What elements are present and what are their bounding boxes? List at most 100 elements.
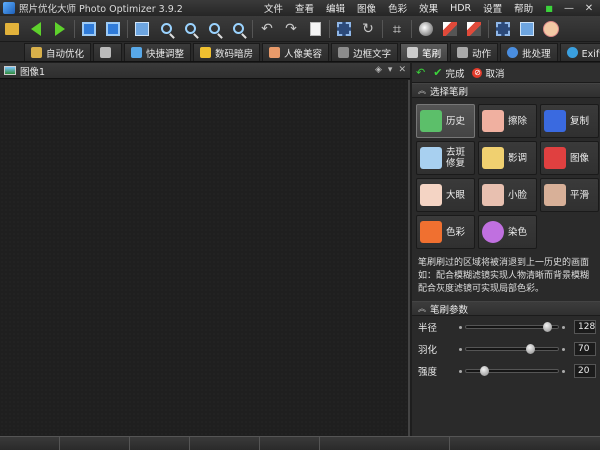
cancel-button[interactable]: ⊘ 取消 [472, 66, 504, 80]
gradient-button[interactable] [464, 19, 484, 39]
save-button[interactable] [79, 19, 99, 39]
portrait-button[interactable] [541, 19, 561, 39]
tab-brush[interactable]: 笔刷 [400, 43, 449, 61]
layout-button[interactable] [517, 19, 537, 39]
brush-spot-heal[interactable]: 去斑 修复 [416, 141, 475, 175]
menu-bar: 文件 查看 编辑 图像 色彩 效果 HDR 设置 帮助 [264, 0, 545, 16]
window-title: 照片优化大师 Photo Optimizer 3.9.2 [19, 4, 183, 15]
toolbar-separator [127, 19, 128, 38]
batch-icon [507, 47, 519, 58]
feather-value[interactable]: 70 [574, 342, 596, 356]
undo-icon: ↶ [261, 20, 273, 37]
tab-portrait-beauty[interactable]: 人像美容 [262, 43, 330, 61]
minimize-button[interactable]: — [562, 2, 576, 14]
save-as-button[interactable] [103, 19, 123, 39]
tab-actions[interactable]: 动作 [450, 43, 499, 61]
close-document-icon[interactable]: ✕ [398, 65, 406, 75]
info-icon [566, 47, 578, 58]
brush-history[interactable]: 历史 [416, 104, 475, 138]
status-segment [260, 437, 320, 450]
close-button[interactable]: ✕ [582, 2, 596, 14]
zoom-out-icon [184, 23, 196, 34]
toolbar-separator [488, 19, 489, 38]
tab-darkroom[interactable]: 数码暗房 [193, 43, 261, 61]
zoom-actual-button[interactable] [228, 19, 248, 39]
history-button[interactable] [305, 19, 325, 39]
vignette-button[interactable] [416, 19, 436, 39]
menu-help[interactable]: 帮助 [514, 1, 533, 15]
brush-section-header[interactable]: ︽ 选择笔刷 [412, 83, 600, 98]
brush-tint[interactable]: 染色 [478, 215, 537, 249]
feather-slider-thumb[interactable] [526, 344, 536, 354]
brush-erase[interactable]: 擦除 [478, 104, 537, 138]
tab-auto-optimize[interactable]: 自动优化 [24, 43, 92, 61]
crop-icon: ⌗ [392, 19, 402, 38]
select-button[interactable] [334, 19, 354, 39]
forward-button[interactable] [50, 19, 70, 39]
star-icon [200, 47, 212, 58]
menu-chevron-icon[interactable]: ▾ [388, 65, 393, 75]
slider-max-dot-icon [562, 325, 565, 329]
open-folder-button[interactable] [2, 19, 22, 39]
brush-slim-face[interactable]: 小脸 [478, 178, 537, 212]
undo-arrow-icon[interactable]: ↶ [416, 66, 425, 79]
function-tab-bar: 自动优化 快捷调整 数码暗房 人像美容 边框文字 笔刷 动作 批处理 Exif信… [0, 42, 600, 62]
strength-value[interactable]: 20 [574, 364, 596, 378]
smooth-icon [544, 184, 566, 206]
done-button[interactable]: ✔ 完成 [433, 66, 464, 80]
radius-slider-thumb[interactable] [542, 322, 552, 332]
tab-quick-adjust[interactable]: 快捷调整 [124, 43, 192, 61]
pin-icon[interactable]: ◈ [375, 65, 382, 75]
brush-smooth[interactable]: 平滑 [540, 178, 599, 212]
image-icon [4, 66, 16, 75]
toolbar: ↶ ↷ ↻ ⌗ [0, 16, 600, 42]
params-section-header[interactable]: ︽ 笔刷参数 [412, 301, 600, 316]
feather-slider[interactable] [465, 344, 559, 354]
strength-slider[interactable] [465, 366, 559, 376]
tab-tools[interactable] [93, 43, 123, 61]
menu-image[interactable]: 图像 [357, 1, 376, 15]
status-segment [0, 437, 60, 450]
clone-icon [544, 110, 566, 132]
menu-hdr[interactable]: HDR [450, 3, 471, 14]
menu-effects[interactable]: 效果 [419, 1, 438, 15]
brush-image[interactable]: 图像 [540, 141, 599, 175]
menu-view[interactable]: 查看 [295, 1, 314, 15]
menu-file[interactable]: 文件 [264, 1, 283, 15]
filmstrip-button[interactable] [493, 19, 513, 39]
compare-view-button[interactable] [132, 19, 152, 39]
wand-icon [31, 47, 42, 58]
document-controls: ◈ ▾ ✕ [375, 65, 406, 75]
cancel-icon: ⊘ [472, 67, 483, 78]
param-radius: 半径 128 [418, 320, 596, 334]
redo-button[interactable]: ↷ [281, 19, 301, 39]
image-canvas[interactable] [0, 80, 410, 436]
brush-color[interactable]: 色彩 [416, 215, 475, 249]
tab-batch[interactable]: 批处理 [500, 43, 558, 61]
save-icon [82, 21, 96, 36]
param-feather: 羽化 70 [412, 338, 600, 360]
undo-button[interactable]: ↶ [257, 19, 277, 39]
tab-frame-text[interactable]: 边框文字 [331, 43, 399, 61]
menu-settings[interactable]: 设置 [483, 1, 502, 15]
draw-button[interactable] [440, 19, 460, 39]
menu-edit[interactable]: 编辑 [326, 1, 345, 15]
menu-color[interactable]: 色彩 [388, 1, 407, 15]
brush-big-eye[interactable]: 大眼 [416, 178, 475, 212]
zoom-out-button[interactable] [180, 19, 200, 39]
strength-slider-thumb[interactable] [480, 366, 490, 376]
radius-value[interactable]: 128 [574, 320, 596, 334]
radius-slider[interactable] [465, 322, 559, 332]
brush-clone[interactable]: 复制 [540, 104, 599, 138]
check-icon: ✔ [433, 66, 443, 79]
status-indicator-icon: ■ [545, 3, 553, 13]
zoom-in-button[interactable] [156, 19, 176, 39]
back-button[interactable] [26, 19, 46, 39]
tab-exif[interactable]: Exif信息 [559, 43, 600, 61]
brush-tone[interactable]: 影调 [478, 141, 537, 175]
zoom-fit-button[interactable] [204, 19, 224, 39]
rotate-button[interactable]: ↻ [358, 19, 378, 39]
status-segment [60, 437, 130, 450]
collapse-chevron-icon: ︽ [418, 304, 426, 313]
crop-button[interactable]: ⌗ [387, 19, 407, 39]
